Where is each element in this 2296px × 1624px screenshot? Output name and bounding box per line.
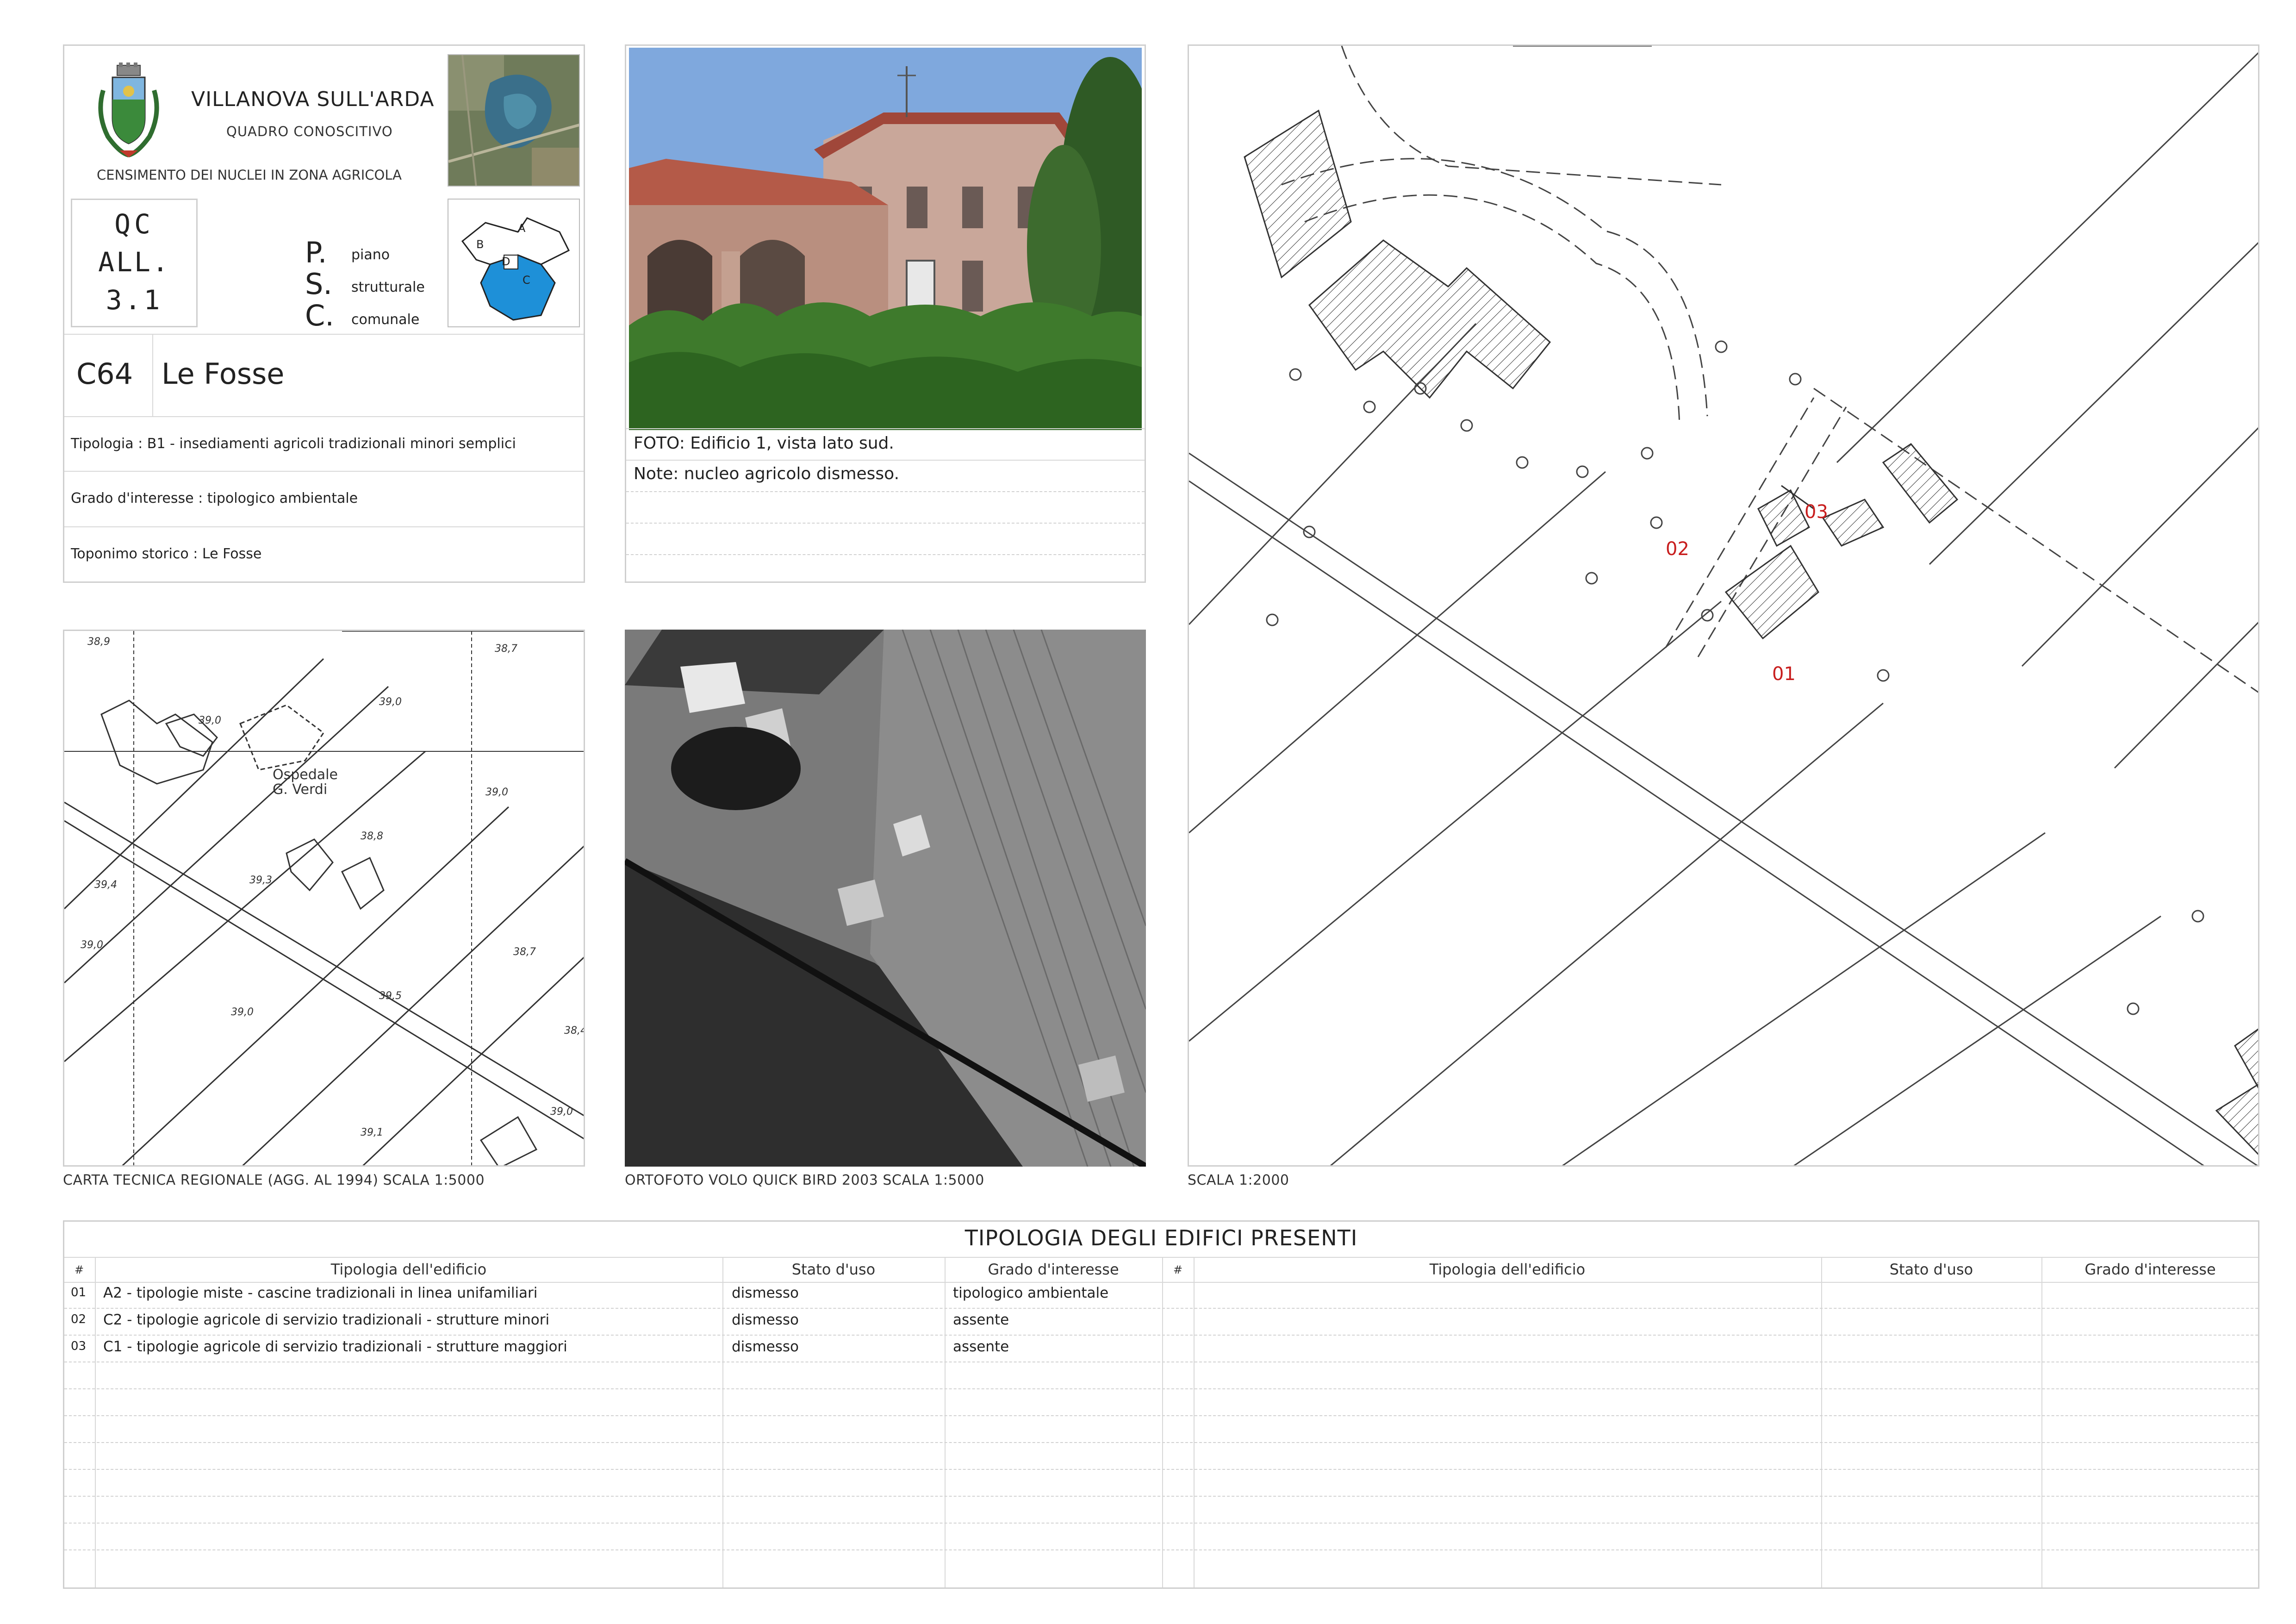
record-code: C64: [76, 357, 133, 391]
record-toponimo: Toponimo storico : Le Fosse: [71, 546, 262, 562]
ctr-elev-3: 39,0: [379, 696, 402, 708]
zone-label-c: C: [523, 274, 530, 287]
psc-word-strutturale: strutturale: [351, 279, 425, 295]
municipality-title: VILLANOVA SULL'ARDA: [191, 87, 435, 111]
ctr-elev-14: 39,0: [550, 1106, 573, 1118]
ctr-place-2: G. Verdi: [273, 781, 327, 798]
qc-line-2: ALL.: [98, 246, 170, 278]
buildings-table: TIPOLOGIA DEGLI EDIFICI PRESENTI # Tipol…: [63, 1220, 2259, 1589]
ctr-elev-6: 38,8: [361, 831, 383, 842]
psc-word-comunale: comunale: [351, 312, 420, 328]
col-header-tipologia: Tipologia dell'edificio: [330, 1261, 487, 1278]
qc-line-3: 3.1: [106, 284, 163, 316]
col-header-num: #: [75, 1263, 84, 1276]
zone-label-b: B: [476, 238, 484, 251]
col-header-grado: Grado d'interesse: [988, 1261, 1119, 1278]
ctr-elev-7: 39,4: [94, 879, 117, 891]
plan-label-01: 01: [1772, 663, 1796, 685]
row-3-grado: assente: [953, 1338, 1009, 1355]
zone-map: B A C D: [448, 199, 580, 327]
psc-word-piano: piano: [351, 247, 390, 263]
row-1-tipologia: A2 - tipologie miste - cascine tradizion…: [103, 1285, 538, 1301]
row-3-tipologia: C1 - tipologie agricole di servizio trad…: [103, 1338, 567, 1355]
zone-label-d: D: [502, 255, 510, 268]
ctr-map: 38,9 38,7 39,0 39,0 39,0 38,8 39,4 39,3 …: [63, 630, 585, 1167]
zone-label-a: A: [518, 222, 526, 235]
ctr-elev-15: 39,1: [361, 1127, 383, 1138]
info-panel: VILLANOVA SULL'ARDA QUADRO CONOSCITIVO C…: [63, 44, 585, 583]
coat-of-arms-icon: [94, 62, 163, 160]
ctr-elev-5: 39,0: [485, 787, 508, 798]
photo-note: Note: nucleo agricolo dismesso.: [634, 464, 900, 483]
row-2-tipologia: C2 - tipologie agricole di servizio trad…: [103, 1312, 550, 1328]
ctr-caption: CARTA TECNICA REGIONALE (AGG. AL 1994) S…: [63, 1172, 485, 1188]
row-2-num: 02: [71, 1312, 87, 1326]
table-title: TIPOLOGIA DEGLI EDIFICI PRESENTI: [964, 1225, 1358, 1250]
row-2-grado: assente: [953, 1312, 1009, 1328]
ctr-elev-8: 39,3: [249, 874, 272, 886]
col-header-tipologia-2: Tipologia dell'edificio: [1429, 1261, 1586, 1278]
row-3-stato: dismesso: [732, 1338, 799, 1355]
col-header-stato: Stato d'uso: [791, 1261, 876, 1278]
orthophoto: [625, 630, 1146, 1167]
ctr-elev-11: 39,5: [379, 990, 402, 1002]
ctr-elev-10: 39,0: [81, 939, 103, 951]
record-tipologia: Tipologia : B1 - insediamenti agricoli t…: [71, 436, 516, 452]
ortho-caption: ORTOFOTO VOLO QUICK BIRD 2003 SCALA 1:50…: [625, 1172, 984, 1188]
qc-line-1: QC: [114, 208, 154, 240]
ctr-elev-4: 39,0: [199, 715, 221, 726]
building-photo: [629, 48, 1142, 430]
ctr-elev-1: 38,9: [87, 636, 110, 648]
ctr-elev-13: 38,4: [564, 1025, 585, 1037]
qc-box: QC ALL. 3.1: [71, 199, 198, 327]
col-header-num-2: #: [1173, 1263, 1183, 1276]
census-title: CENSIMENTO DEI NUCLEI IN ZONA AGRICOLA: [97, 167, 402, 183]
psc-letter-s: S.: [305, 267, 333, 301]
plan-label-02: 02: [1666, 538, 1689, 560]
record-name: Le Fosse: [162, 357, 285, 391]
municipality-subtitle: QUADRO CONOSCITIVO: [226, 124, 393, 139]
plan-caption: SCALA 1:2000: [1188, 1172, 1289, 1188]
photo-panel: FOTO: Edificio 1, vista lato sud. Note: …: [625, 44, 1146, 583]
psc-letter-c: C.: [305, 299, 334, 332]
plan-label-03: 03: [1804, 501, 1828, 523]
col-header-grado-2: Grado d'interesse: [2084, 1261, 2216, 1278]
ctr-elev-2: 38,7: [495, 643, 517, 655]
ctr-elev-9: 38,7: [513, 946, 536, 958]
psc-letter-p: P.: [305, 236, 327, 269]
col-header-stato-2: Stato d'uso: [1889, 1261, 1973, 1278]
row-2-stato: dismesso: [732, 1312, 799, 1328]
row-1-grado: tipologico ambientale: [953, 1285, 1109, 1301]
aerial-thumbnail: [448, 54, 580, 187]
photo-caption: FOTO: Edificio 1, vista lato sud.: [634, 434, 894, 453]
ctr-elev-12: 39,0: [231, 1006, 254, 1018]
row-1-num: 01: [71, 1286, 87, 1299]
site-plan: 02 01 03: [1188, 44, 2259, 1167]
row-1-stato: dismesso: [732, 1285, 799, 1301]
ctr-place-1: Ospedale: [273, 767, 338, 783]
record-grado: Grado d'interesse : tipologico ambiental…: [71, 490, 358, 506]
row-3-num: 03: [71, 1339, 87, 1353]
